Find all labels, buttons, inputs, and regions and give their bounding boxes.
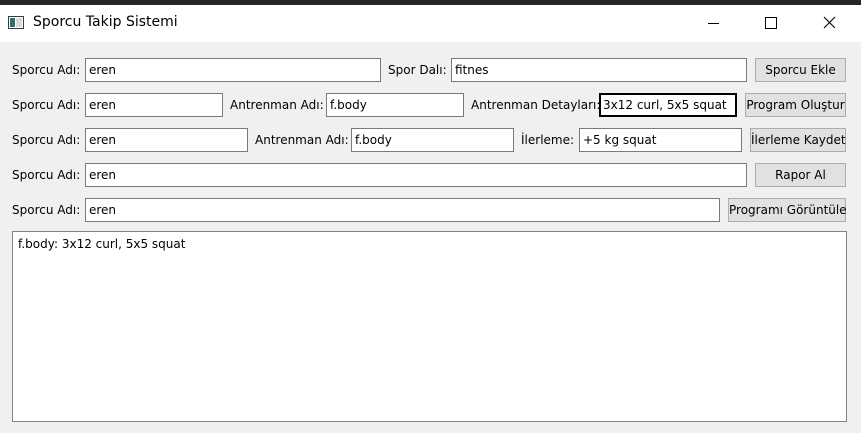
output-line: f.body: 3x12 curl, 5x5 squat [18, 237, 186, 251]
training-details-label: Antrenman Detayları: [471, 98, 601, 112]
app-window-icon [8, 16, 24, 29]
report-athlete-name-input[interactable]: eren [85, 163, 747, 187]
progress-label: İlerleme: [521, 133, 575, 147]
save-progress-button[interactable]: İlerleme Kaydet [750, 128, 846, 152]
training-details-input[interactable]: 3x12 curl, 5x5 squat [599, 93, 737, 117]
athlete-name-label: Sporcu Adı: [12, 63, 81, 77]
minimize-icon [708, 23, 719, 24]
maximize-button[interactable] [742, 5, 800, 42]
view-athlete-name-input[interactable]: eren [85, 198, 720, 222]
sport-branch-input[interactable]: fitnes [451, 58, 747, 82]
add-athlete-button[interactable]: Sporcu Ekle [755, 58, 846, 82]
app-window: Sporcu Takip Sistemi Sporcu Adı: eren Sp… [0, 5, 861, 433]
athlete-name-label: Sporcu Adı: [12, 98, 81, 112]
program-athlete-name-input[interactable]: eren [85, 93, 223, 117]
sport-branch-label: Spor Dalı: [388, 63, 447, 77]
minimize-button[interactable] [685, 5, 743, 42]
add-athlete-name-input[interactable]: eren [85, 58, 381, 82]
get-report-button[interactable]: Rapor Al [755, 163, 846, 187]
view-program-button[interactable]: Programı Görüntüle [728, 198, 847, 222]
training-name-label: Antrenman Adı: [255, 133, 349, 147]
create-program-button[interactable]: Program Oluştur [745, 93, 846, 117]
training-name-label: Antrenman Adı: [230, 98, 324, 112]
maximize-icon [765, 17, 777, 29]
progress-input[interactable]: +5 kg squat [579, 128, 742, 152]
progress-training-name-input[interactable]: f.body [351, 128, 514, 152]
athlete-name-label: Sporcu Adı: [12, 203, 81, 217]
window-title: Sporcu Takip Sistemi [33, 14, 178, 30]
title-bar[interactable]: Sporcu Takip Sistemi [0, 5, 861, 42]
close-icon [823, 16, 836, 29]
progress-athlete-name-input[interactable]: eren [85, 128, 248, 152]
athlete-name-label: Sporcu Adı: [12, 168, 81, 182]
close-button[interactable] [800, 5, 858, 42]
program-training-name-input[interactable]: f.body [326, 93, 464, 117]
output-text-area[interactable]: f.body: 3x12 curl, 5x5 squat [12, 231, 847, 422]
athlete-name-label: Sporcu Adı: [12, 133, 81, 147]
